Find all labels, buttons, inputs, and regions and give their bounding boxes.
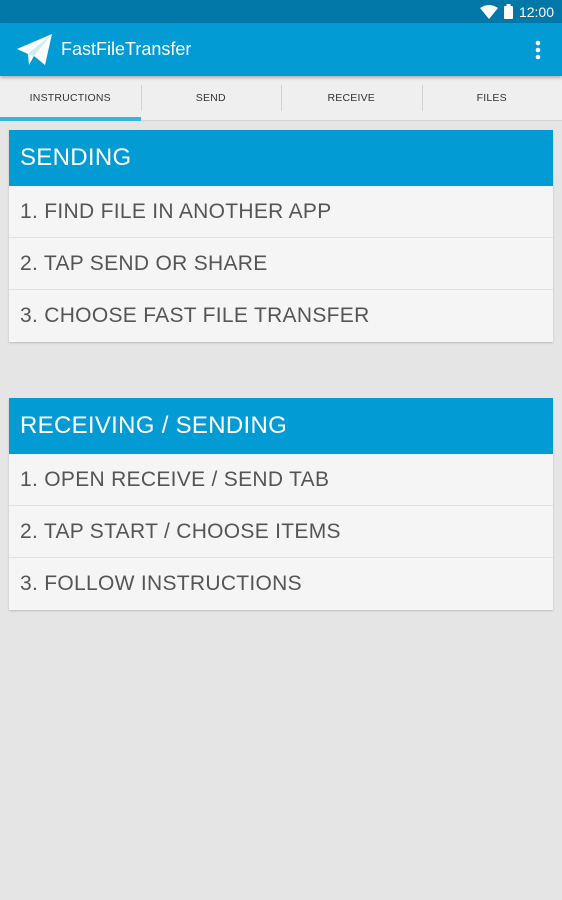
- wifi-icon: [479, 4, 498, 19]
- tab-label: SEND: [195, 92, 226, 104]
- card-title: SENDING: [9, 130, 553, 186]
- card-title: RECEIVING / SENDING: [9, 398, 553, 454]
- list-item: 3. FOLLOW INSTRUCTIONS: [20, 572, 302, 595]
- status-bar: 12:00: [0, 0, 562, 23]
- sending-card: SENDING 1. FIND FILE IN ANOTHER APP 2. T…: [9, 130, 553, 342]
- tab-send[interactable]: SEND: [140, 76, 282, 120]
- tab-label: FILES: [476, 92, 507, 104]
- list-item: 2. TAP SEND OR SHARE: [9, 238, 553, 290]
- tab-files[interactable]: FILES: [421, 76, 562, 120]
- list-item: 1. FIND FILE IN ANOTHER APP: [9, 186, 553, 238]
- tab-receive[interactable]: RECEIVE: [281, 76, 422, 120]
- status-time: 12:00: [518, 3, 554, 20]
- receiving-sending-card: RECEIVING / SENDING 1. OPEN RECEIVE / SE…: [9, 398, 553, 610]
- tab-label: RECEIVE: [327, 92, 375, 104]
- instructions-content: SENDING 1. FIND FILE IN ANOTHER APP 2. T…: [0, 121, 562, 610]
- list-item: 1. OPEN RECEIVE / SEND TAB: [9, 454, 553, 506]
- list-item: 3. CHOOSE FAST FILE TRANSFER: [20, 304, 370, 327]
- tab-label: INSTRUCTIONS: [29, 92, 111, 104]
- app-title: FastFileTransfer: [61, 39, 192, 59]
- tab-instructions[interactable]: INSTRUCTIONS: [0, 76, 141, 121]
- overflow-menu-icon[interactable]: [514, 26, 562, 74]
- list-item: 2. TAP START / CHOOSE ITEMS: [9, 506, 553, 558]
- app-bar: FastFileTransfer: [0, 23, 562, 76]
- battery-icon: [503, 4, 513, 19]
- tab-bar: INSTRUCTIONS SEND RECEIVE FILES: [0, 76, 562, 121]
- paper-plane-icon: [14, 30, 54, 70]
